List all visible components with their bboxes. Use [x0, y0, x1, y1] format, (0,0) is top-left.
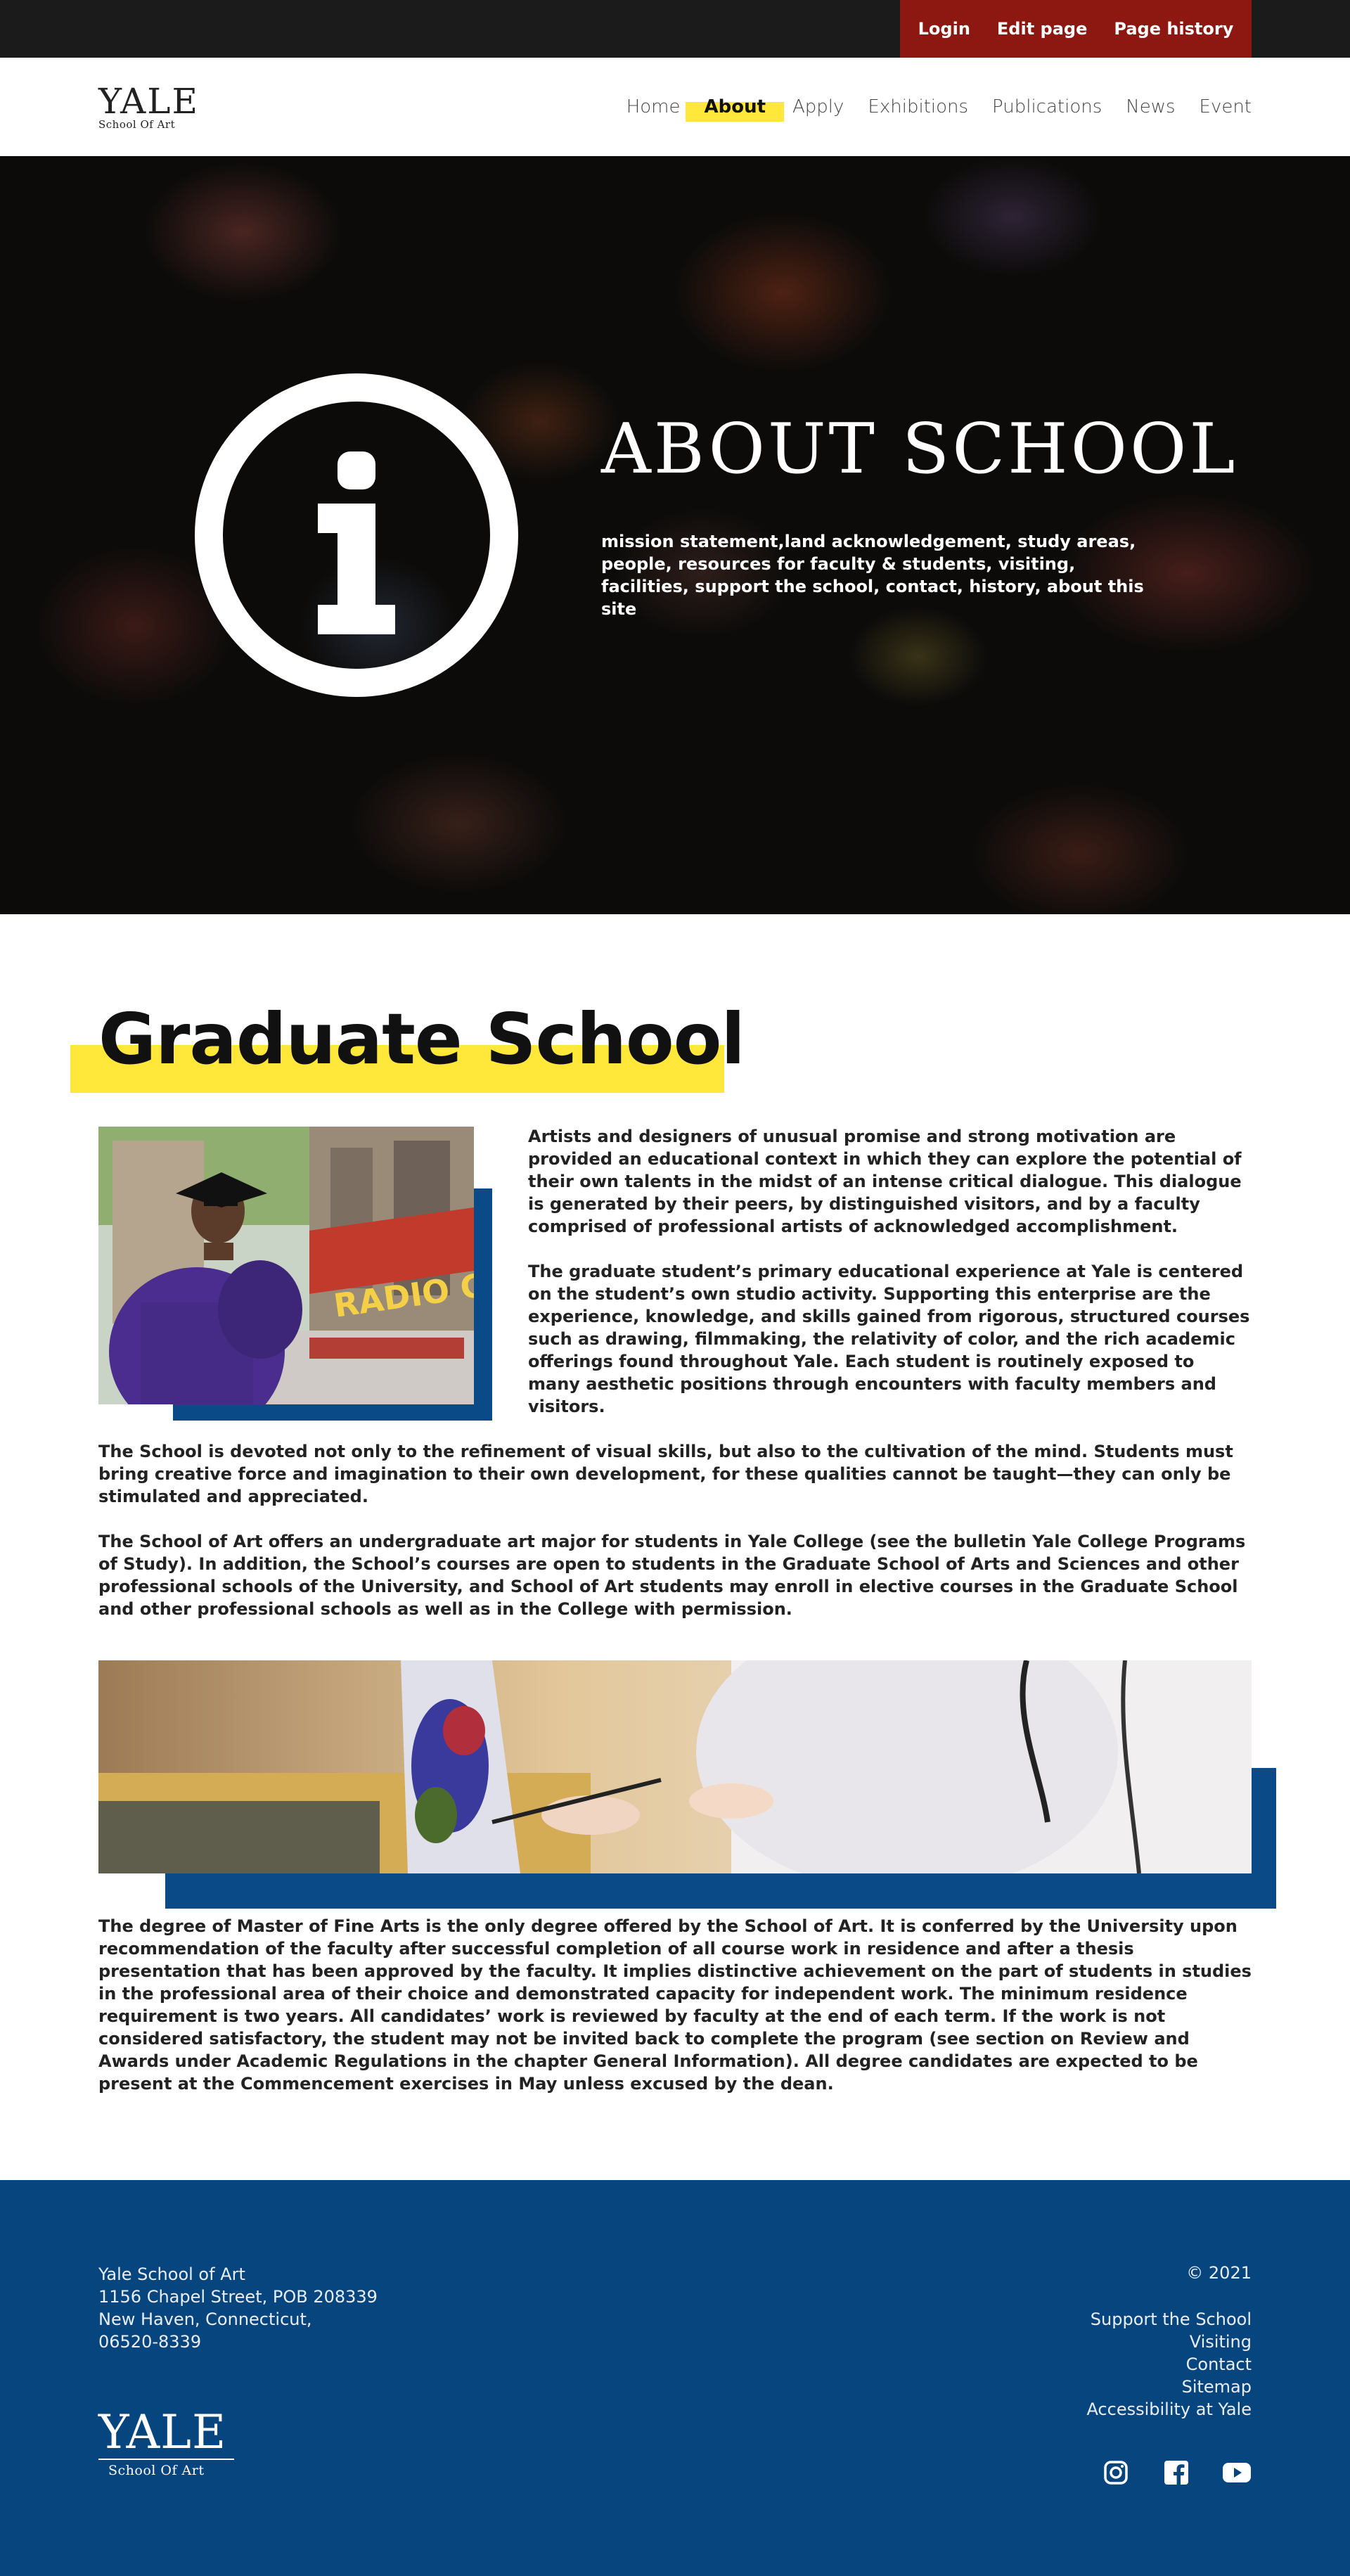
footer-link-contact[interactable]: Contact	[1086, 2353, 1252, 2376]
logo-main: YALE	[98, 81, 199, 122]
nav-apply[interactable]: Apply	[792, 96, 844, 117]
painting-photo	[98, 1660, 1252, 1873]
paragraph-4: The School of Art offers an undergraduat…	[98, 1532, 1246, 1619]
nav-event[interactable]: Event	[1200, 96, 1252, 117]
login-link[interactable]: Login	[918, 19, 970, 39]
page-heading: Graduate School	[98, 998, 745, 1080]
footer-links: Support the School Visiting Contact Site…	[1086, 2308, 1252, 2421]
footer-address: Yale School of Art 1156 Chapel Street, P…	[98, 2263, 378, 2353]
nav-publications[interactable]: Publications	[992, 96, 1102, 117]
footer-link-visiting[interactable]: Visiting	[1086, 2331, 1252, 2353]
hero-subtitle: mission statement,land acknowledgement, …	[601, 532, 1144, 619]
yale-logo[interactable]: YALE School Of Art	[98, 81, 199, 131]
graduate-photo: RADIO CI	[98, 1127, 474, 1404]
footer-logo-sub: School Of Art	[108, 2463, 205, 2478]
edit-page-link[interactable]: Edit page	[997, 19, 1087, 39]
nav-about[interactable]: About	[686, 96, 785, 122]
facebook-icon[interactable]	[1162, 2458, 1191, 2487]
hero-title: ABOUT SCHOOL	[601, 409, 1238, 489]
address-line: 06520-8339	[98, 2332, 202, 2352]
nav-news[interactable]: News	[1126, 96, 1175, 117]
address-line: New Haven, Connecticut,	[98, 2309, 312, 2329]
instagram-icon[interactable]	[1101, 2458, 1131, 2487]
footer-link-accessibility[interactable]: Accessibility at Yale	[1086, 2398, 1252, 2421]
admin-bar: Login Edit page Page history	[900, 0, 1252, 58]
paragraph-2: The graduate student’s primary education…	[528, 1262, 1250, 1416]
address-line: 1156 Chapel Street, POB 208339	[98, 2287, 378, 2307]
nav-exhibitions[interactable]: Exhibitions	[868, 96, 968, 117]
top-bar: Login Edit page Page history	[0, 0, 1350, 58]
footer-link-support[interactable]: Support the School	[1086, 2308, 1252, 2331]
footer-yale-logo[interactable]: YALE School Of Art	[98, 2409, 239, 2478]
youtube-icon[interactable]	[1222, 2458, 1252, 2487]
page-history-link[interactable]: Page history	[1114, 19, 1233, 39]
paragraph-5: The degree of Master of Fine Arts is the…	[98, 1916, 1252, 2094]
main-content: Graduate School RADIO CI Artists and des…	[0, 914, 1350, 2180]
hero-banner: ABOUT SCHOOL mission statement,land ackn…	[0, 156, 1350, 914]
address-line: Yale School of Art	[98, 2264, 245, 2284]
info-icon	[195, 373, 518, 697]
site-header: YALE School Of Art Home About Apply Exhi…	[0, 58, 1350, 156]
nav-home[interactable]: Home	[626, 96, 681, 117]
site-footer: Yale School of Art 1156 Chapel Street, P…	[0, 2180, 1350, 2576]
social-links	[1101, 2458, 1252, 2487]
footer-link-sitemap[interactable]: Sitemap	[1086, 2376, 1252, 2398]
paragraph-1: Artists and designers of unusual promise…	[528, 1127, 1242, 1236]
copyright: © 2021	[1186, 2263, 1252, 2283]
paragraph-3: The School is devoted not only to the re…	[98, 1442, 1233, 1506]
footer-logo-main: YALE	[98, 2405, 227, 2459]
main-nav: Home About Apply Exhibitions Publication…	[603, 58, 1252, 156]
